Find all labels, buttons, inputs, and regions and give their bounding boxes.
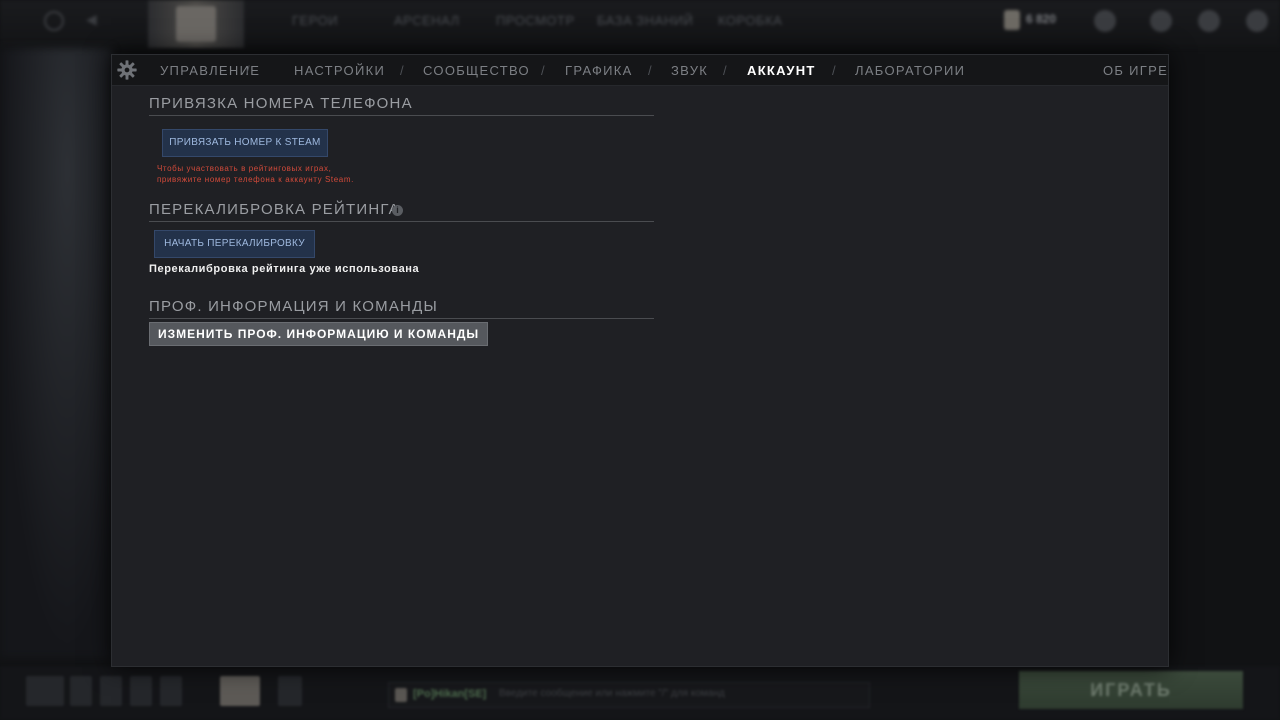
background-back-icon: ◀ — [86, 11, 97, 27]
chat-player-name: [Po]Hikan[SE] — [413, 688, 487, 700]
background-top-bar: ◀ ГЕРОИ АРСЕНАЛ ПРОСМОТР БАЗА ЗНАНИЙ КОР… — [0, 0, 1280, 48]
background-party-slot — [70, 676, 92, 706]
phone-section-title: ПРИВЯЗКА НОМЕРА ТЕЛЕФОНА — [149, 95, 413, 112]
background-party-slot — [26, 676, 64, 706]
settings-tab-bar: УПРАВЛЕНИЕ / НАСТРОЙКИ / СООБЩЕСТВО / ГР… — [112, 55, 1168, 86]
background-chat-input: [Po]Hikan[SE] Введите сообщение или нажм… — [388, 682, 870, 708]
background-status-icon — [1198, 10, 1220, 32]
tab-options[interactable]: НАСТРОЙКИ — [294, 63, 385, 78]
background-notifications-icon — [1150, 10, 1172, 32]
background-chat-icon — [278, 676, 302, 706]
tab-audio[interactable]: ЗВУК — [671, 63, 708, 78]
tab-separator: / — [648, 63, 652, 78]
background-party-slot — [130, 676, 152, 706]
play-button: ИГРАТЬ — [1019, 671, 1243, 709]
background-party-slot — [160, 676, 182, 706]
tab-labs[interactable]: ЛАБОРАТОРИИ — [855, 63, 965, 78]
background-scene — [0, 48, 112, 658]
recalibration-status-text: Перекалибровка рейтинга уже использована — [149, 263, 420, 275]
recalibration-section-title: ПЕРЕКАЛИБРОВКА РЕЙТИНГА — [149, 201, 400, 218]
background-hero-portrait — [148, 0, 244, 48]
background-nav-armory: АРСЕНАЛ — [394, 13, 460, 28]
tab-separator: / — [723, 63, 727, 78]
background-nav-watch: ПРОСМОТР — [496, 13, 575, 28]
gear-icon[interactable] — [116, 59, 138, 81]
section-divider — [149, 221, 654, 222]
background-nav-heroes: ГЕРОИ — [292, 13, 339, 28]
section-divider — [149, 318, 654, 319]
pro-info-section-title: ПРОФ. ИНФОРМАЦИЯ И КОМАНДЫ — [149, 298, 438, 315]
background-party-avatar — [220, 676, 260, 706]
tab-social[interactable]: СООБЩЕСТВО — [423, 63, 530, 78]
tab-separator: / — [832, 63, 836, 78]
phone-warning-text: Чтобы участвовать в рейтинговых играх, п… — [157, 164, 354, 184]
tab-separator: / — [541, 63, 545, 78]
link-phone-button[interactable]: ПРИВЯЗАТЬ НОМЕР К STEAM — [162, 129, 328, 157]
currency-amount: 6 820 — [1026, 12, 1057, 26]
background-avatar-icon — [1246, 10, 1268, 32]
currency-icon — [1004, 10, 1020, 30]
tab-separator: / — [246, 63, 250, 78]
start-recalibration-button[interactable]: НАЧАТЬ ПЕРЕКАЛИБРОВКУ — [154, 230, 315, 258]
tab-video[interactable]: ГРАФИКА — [565, 63, 633, 78]
section-divider — [149, 115, 654, 116]
info-icon[interactable]: i — [392, 205, 403, 216]
edit-pro-info-button[interactable]: ИЗМЕНИТЬ ПРОФ. ИНФОРМАЦИЮ И КОМАНДЫ — [149, 322, 489, 346]
background-nav-learn: БАЗА ЗНАНИЙ — [597, 13, 694, 28]
background-friends-icon — [1094, 10, 1116, 32]
chat-placeholder: Введите сообщение или нажмите "/" для ко… — [499, 688, 725, 699]
about-game-link[interactable]: ОБ ИГРЕ — [1103, 63, 1168, 78]
settings-panel: УПРАВЛЕНИЕ / НАСТРОЙКИ / СООБЩЕСТВО / ГР… — [111, 54, 1169, 667]
background-nav-store: КОРОБКА — [718, 13, 783, 28]
background-party-slot — [100, 676, 122, 706]
chat-avatar-icon — [395, 688, 407, 702]
tab-separator: / — [400, 63, 404, 78]
tab-account[interactable]: АККАУНТ — [747, 63, 816, 78]
background-settings-icon — [44, 11, 64, 31]
